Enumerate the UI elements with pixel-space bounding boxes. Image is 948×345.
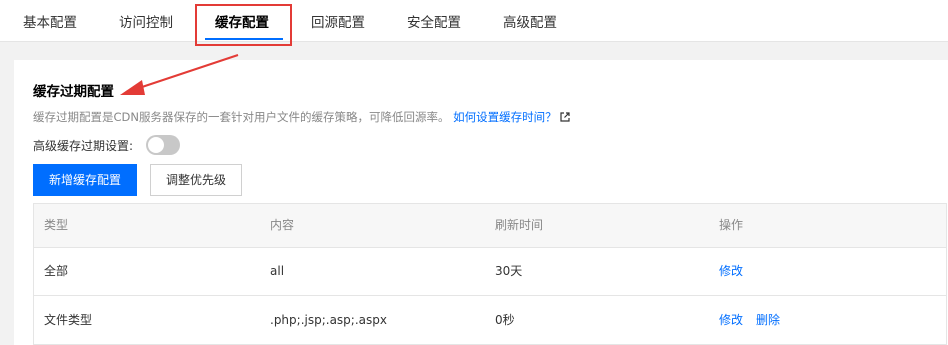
tab-access-control[interactable]: 访问控制	[119, 0, 173, 41]
table-row: 全部 all 30天 修改	[34, 247, 946, 296]
tab-security-config[interactable]: 安全配置	[407, 0, 461, 41]
header-refresh-time: 刷新时间	[495, 218, 544, 232]
annotation-highlight-box	[195, 4, 292, 46]
tab-bar: 基本配置 访问控制 缓存配置 回源配置 安全配置 高级配置	[0, 0, 948, 42]
header-content: 内容	[270, 218, 295, 232]
tab-basic-config[interactable]: 基本配置	[23, 0, 77, 41]
cell-type: 全部	[44, 264, 69, 278]
help-link-label[interactable]: 如何设置缓存时间？	[453, 110, 557, 124]
table-row: 文件类型 .php;.jsp;.asp;.aspx 0秒 修改 删除	[34, 296, 946, 345]
tab-origin-config[interactable]: 回源配置	[311, 0, 365, 41]
cell-content: .php;.jsp;.asp;.aspx	[270, 313, 387, 327]
cache-rules-table: 类型 内容 刷新时间 操作 全部 all 30天 修改 文件类型 .php;.j…	[33, 203, 947, 345]
toggle-knob	[148, 137, 164, 153]
section-title: 缓存过期配置	[33, 84, 114, 100]
header-actions: 操作	[719, 218, 744, 232]
cell-type: 文件类型	[44, 313, 93, 327]
edit-link[interactable]: 修改	[719, 296, 743, 344]
advanced-cache-toggle-label: 高级缓存过期设置:	[33, 139, 134, 153]
external-link-icon	[560, 112, 570, 122]
adjust-priority-button[interactable]: 调整优先级	[150, 164, 242, 196]
section-description: 缓存过期配置是CDN服务器保存的一套针对用户文件的缓存策略，可降低回源率。 如何…	[33, 109, 570, 125]
header-type: 类型	[44, 218, 69, 232]
cell-refresh-time: 30天	[495, 264, 523, 278]
description-text: 缓存过期配置是CDN服务器保存的一套针对用户文件的缓存策略，可降低回源率。	[33, 110, 450, 124]
table-header: 类型 内容 刷新时间 操作	[34, 204, 946, 248]
edit-link[interactable]: 修改	[719, 247, 743, 295]
cell-content: all	[270, 264, 285, 278]
cell-refresh-time: 0秒	[495, 313, 515, 327]
delete-link[interactable]: 删除	[756, 296, 780, 344]
tab-advanced-config[interactable]: 高级配置	[503, 0, 557, 41]
advanced-cache-toggle[interactable]	[146, 135, 180, 155]
help-link-cache-time[interactable]: 如何设置缓存时间？	[453, 110, 570, 124]
add-cache-config-button[interactable]: 新增缓存配置	[33, 164, 137, 196]
